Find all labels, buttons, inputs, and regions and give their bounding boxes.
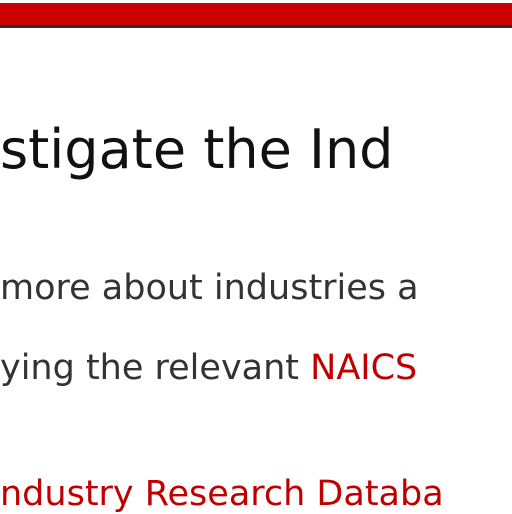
header-red-bar: [0, 3, 512, 25]
intro-text-line: ying the relevant NAICS: [0, 348, 417, 388]
industry-research-database-link[interactable]: ndustry Research Databa: [0, 474, 444, 514]
page-title: stigate the Ind: [0, 118, 394, 181]
intro-text-line: more about industries a: [0, 268, 419, 308]
header-divider: [0, 25, 512, 28]
naics-link[interactable]: NAICS: [310, 348, 417, 388]
intro-text: ying the relevant: [0, 348, 311, 388]
